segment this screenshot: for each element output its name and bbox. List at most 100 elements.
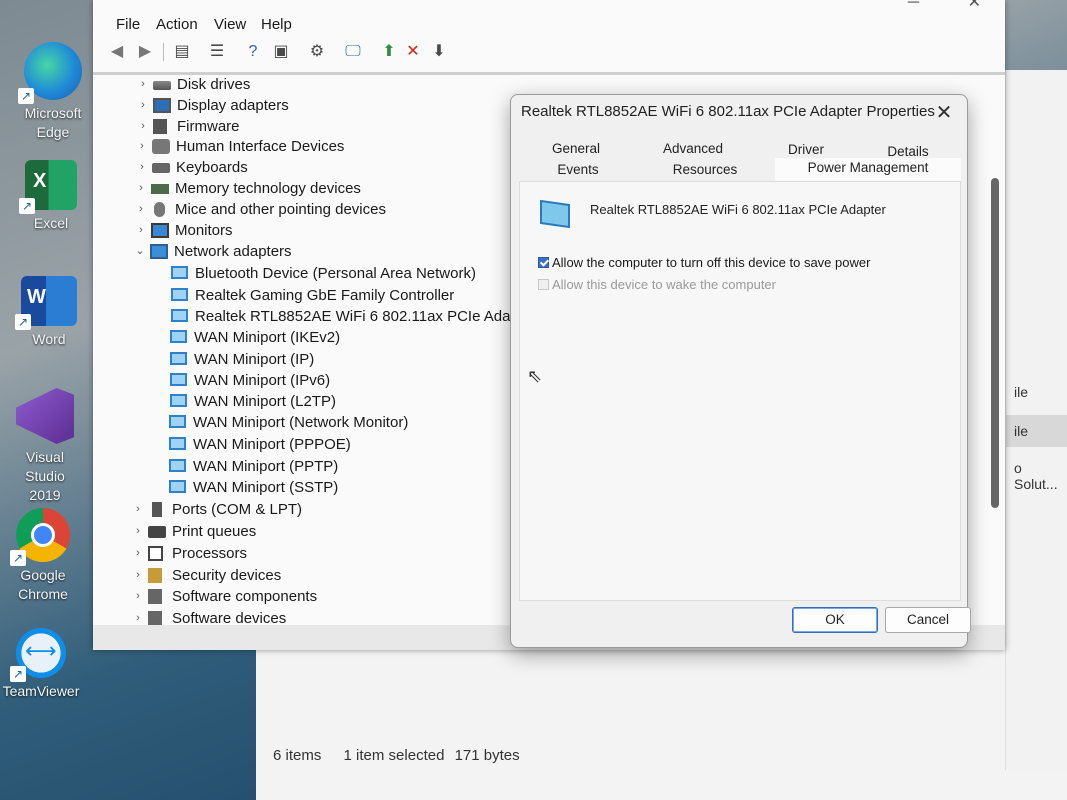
tab-general[interactable]: General — [533, 139, 619, 159]
shortcut-arrow-icon: ↗ — [10, 666, 26, 682]
chevron-right-icon[interactable]: › — [132, 521, 144, 542]
software-icon — [148, 611, 162, 625]
chevron-right-icon[interactable]: › — [136, 157, 148, 178]
update-driver-icon[interactable]: ⬆ — [377, 40, 401, 64]
uninstall-x-icon[interactable]: ✕ — [401, 40, 425, 64]
close-icon[interactable]: ✕ — [933, 100, 955, 125]
allow-turn-off-checkbox[interactable] — [538, 257, 549, 268]
network-device-icon — [169, 480, 186, 493]
tab-resources[interactable]: Resources — [659, 160, 751, 180]
tree-item-label: Firmware — [177, 118, 240, 135]
printer-icon — [148, 526, 166, 538]
file-row[interactable]: ile — [1014, 384, 1028, 400]
desktop-icon-word[interactable]: W ↗ Word — [4, 276, 94, 349]
network-device-icon — [170, 373, 187, 386]
tree-item-label: Memory technology devices — [175, 180, 361, 197]
chevron-right-icon[interactable]: › — [135, 199, 147, 220]
dialog-title: Realtek RTL8852AE WiFi 6 802.11ax PCIe A… — [521, 103, 935, 120]
tree-item-label: WAN Miniport (IKEv2) — [194, 329, 341, 346]
disk-icon — [153, 81, 171, 90]
properties-pane-icon[interactable]: ▤ — [170, 40, 194, 64]
explorer-status-bar: 6 items 1 item selected 171 bytes — [256, 742, 1067, 770]
tab-advanced[interactable]: Advanced — [649, 139, 737, 159]
tree-item-label: WAN Miniport (SSTP) — [193, 479, 339, 496]
visual-studio-icon: ↗ — [16, 388, 74, 444]
shortcut-arrow-icon: ↗ — [15, 314, 31, 330]
desktop-icon-teamviewer[interactable]: ⟷ ↗ TeamViewer — [0, 628, 86, 701]
desktop-icon-excel[interactable]: X ↗ Excel — [6, 160, 96, 233]
chevron-right-icon[interactable]: › — [132, 499, 144, 520]
properties-dialog: Realtek RTL8852AE WiFi 6 802.11ax PCIe A… — [510, 94, 971, 648]
scan-hardware-icon[interactable]: ⚙ — [305, 40, 329, 64]
word-icon: W ↗ — [15, 276, 77, 330]
tree-item-label: Disk drives — [177, 76, 251, 93]
tree-item-label: Ports (COM & LPT) — [172, 501, 303, 518]
tree-item-label: Processors — [172, 545, 248, 562]
tree-item-label: WAN Miniport (PPTP) — [193, 458, 339, 475]
tree-item-label: Realtek Gaming GbE Family Controller — [195, 287, 455, 304]
monitor-icon — [151, 223, 169, 238]
resource-view-icon[interactable]: ▣ — [269, 40, 293, 64]
chevron-right-icon[interactable]: › — [137, 95, 149, 116]
network-device-icon — [170, 330, 187, 343]
chevron-right-icon[interactable]: › — [135, 178, 147, 199]
list-view-icon[interactable]: ☰ — [205, 40, 229, 64]
chevron-right-icon[interactable]: › — [132, 608, 144, 625]
chevron-right-icon[interactable]: › — [137, 74, 149, 95]
file-row-selected[interactable]: ile — [1006, 415, 1067, 447]
display-icon — [153, 98, 171, 113]
tree-item-label: WAN Miniport (Network Monitor) — [193, 414, 409, 431]
network-device-icon — [171, 309, 188, 322]
vertical-scrollbar[interactable] — [991, 178, 999, 508]
cpu-icon — [148, 546, 163, 561]
tree-item-label: WAN Miniport (IPv6) — [194, 372, 331, 389]
file-row[interactable]: o Solut... — [1014, 460, 1067, 492]
tab-power-management[interactable]: Power Management — [775, 158, 961, 182]
tree-item-label: Network adapters — [174, 243, 292, 260]
minimize-icon[interactable]: ─ — [908, 0, 919, 11]
desktop-icon-label: Microsoft Edge — [24, 105, 82, 140]
menu-help[interactable]: Help — [261, 16, 292, 33]
back-arrow-icon[interactable]: ◀ — [105, 40, 129, 64]
window-controls: ─ ✕ — [864, 0, 981, 12]
close-icon[interactable]: ✕ — [968, 0, 981, 11]
cancel-button[interactable]: Cancel — [885, 607, 971, 633]
network-device-icon — [169, 459, 186, 472]
shortcut-arrow-icon: ↗ — [18, 88, 34, 104]
download-icon[interactable]: ⬇ — [427, 40, 451, 64]
monitor-icon[interactable]: 🖵 — [341, 40, 365, 64]
chevron-right-icon[interactable]: › — [136, 136, 148, 157]
forward-arrow-icon[interactable]: ▶ — [133, 40, 157, 64]
toolbar: ◀ ▶ ▤ ☰ ? ▣ ⚙ 🖵 ⬆ ✕ ⬇ — [105, 40, 1005, 66]
device-name: Realtek RTL8852AE WiFi 6 802.11ax PCIe A… — [590, 202, 886, 217]
tab-driver[interactable]: Driver — [769, 140, 843, 160]
tree-item-label: Bluetooth Device (Personal Area Network) — [195, 265, 476, 282]
menu-file[interactable]: File — [116, 16, 140, 33]
network-device-icon — [169, 415, 186, 428]
chevron-right-icon[interactable]: › — [137, 116, 149, 137]
chevron-right-icon[interactable]: › — [135, 220, 147, 241]
edge-icon: ↗ — [18, 42, 82, 104]
status-selection: 1 item selected — [343, 747, 445, 764]
tree-item-label: Mice and other pointing devices — [175, 201, 386, 218]
desktop-icon-edge[interactable]: ↗ Microsoft Edge — [8, 42, 98, 142]
chevron-right-icon[interactable]: › — [132, 565, 144, 586]
software-icon — [148, 589, 162, 604]
chrome-icon: ↗ — [10, 508, 70, 566]
help-icon[interactable]: ? — [241, 40, 265, 64]
desktop-icon-visual-studio[interactable]: ↗ Visual Studio 2019 — [0, 388, 90, 505]
menu-view[interactable]: View — [214, 16, 246, 33]
desktop-icon-chrome[interactable]: ↗ Google Chrome — [0, 508, 88, 604]
shortcut-arrow-icon: ↗ — [19, 198, 35, 214]
tree-item-label: Software components — [172, 588, 318, 605]
chevron-right-icon[interactable]: › — [132, 586, 144, 607]
allow-wake-checkbox — [538, 279, 549, 290]
tab-events[interactable]: Events — [533, 160, 623, 180]
ok-button[interactable]: OK — [792, 607, 878, 633]
tree-item-label: Display adapters — [177, 97, 289, 114]
network-device-icon — [170, 394, 187, 407]
menu-action[interactable]: Action — [156, 16, 198, 33]
chevron-down-icon[interactable]: ⌄ — [134, 241, 146, 262]
chevron-right-icon[interactable]: › — [132, 543, 144, 564]
desktop-icon-label: TeamViewer — [2, 683, 80, 699]
